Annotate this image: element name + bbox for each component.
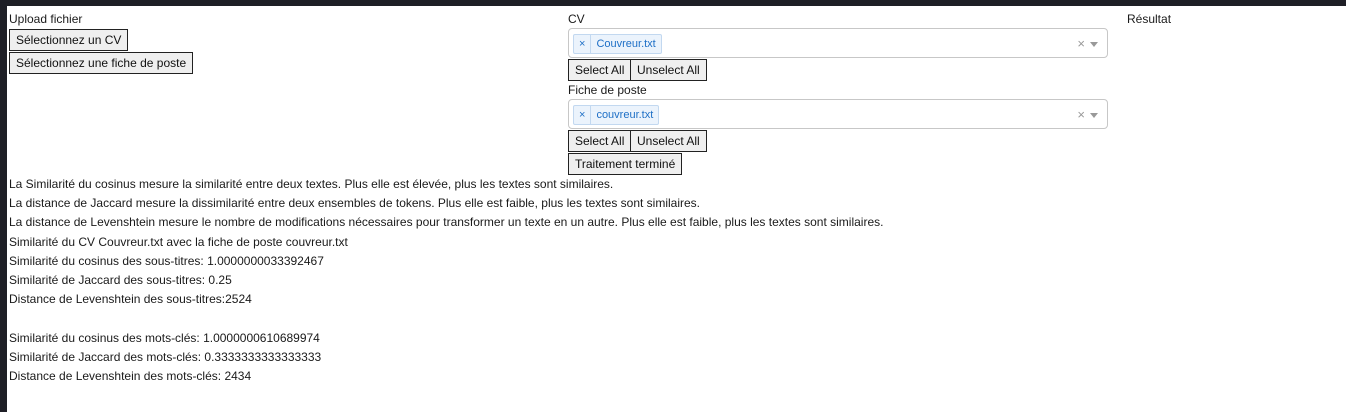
keywords-jaccard-result: Similarité de Jaccard des mots-clés: 0.3… bbox=[9, 350, 322, 364]
select-job-button[interactable]: Sélectionnez une fiche de poste bbox=[9, 52, 194, 74]
keywords-cosine-result: Similarité du cosinus des mots-clés: 1.0… bbox=[9, 331, 320, 345]
results-heading: Similarité du CV Couvreur.txt avec la fi… bbox=[9, 235, 348, 249]
subtitle-jaccard-result: Similarité de Jaccard des sous-titres: 0… bbox=[9, 273, 232, 287]
select-cv-button[interactable]: Sélectionnez un CV bbox=[9, 29, 129, 51]
upload-title: Upload fichier bbox=[9, 12, 83, 26]
job-selected-value: couvreur.txt bbox=[596, 109, 654, 121]
job-selected-tag: × couvreur.txt bbox=[573, 105, 660, 125]
cv-multiselect[interactable]: × Couvreur.txt × bbox=[568, 28, 1108, 58]
cv-select-all-button[interactable]: Select All bbox=[568, 59, 632, 81]
result-title: Résultat bbox=[1127, 12, 1172, 26]
cv-unselect-all-button[interactable]: Unselect All bbox=[630, 59, 707, 81]
job-unselect-all-button[interactable]: Unselect All bbox=[630, 130, 707, 152]
remove-tag-icon[interactable]: × bbox=[574, 106, 592, 124]
cv-label: CV bbox=[568, 12, 585, 26]
processing-status-button[interactable]: Traitement terminé bbox=[568, 153, 683, 175]
cv-selected-value: Couvreur.txt bbox=[596, 38, 656, 50]
chevron-down-icon[interactable] bbox=[1090, 113, 1098, 118]
explanation-cosine: La Similarité du cosinus mesure la simil… bbox=[9, 177, 614, 191]
explanation-levenshtein: La distance de Levenshtein mesure le nom… bbox=[9, 215, 884, 229]
job-multiselect[interactable]: × couvreur.txt × bbox=[568, 99, 1108, 129]
keywords-levenshtein-result: Distance de Levenshtein des mots-clés: 2… bbox=[9, 369, 252, 383]
explanation-jaccard: La distance de Jaccard mesure la dissimi… bbox=[9, 196, 701, 210]
chevron-down-icon[interactable] bbox=[1090, 42, 1098, 47]
job-select-all-button[interactable]: Select All bbox=[568, 130, 632, 152]
subtitle-cosine-result: Similarité du cosinus des sous-titres: 1… bbox=[9, 254, 324, 268]
remove-tag-icon[interactable]: × bbox=[574, 35, 592, 53]
app-frame: Upload fichier Sélectionnez un CV Sélect… bbox=[7, 6, 1346, 412]
clear-icon[interactable]: × bbox=[1077, 36, 1085, 51]
job-label: Fiche de poste bbox=[568, 83, 647, 97]
subtitle-levenshtein-result: Distance de Levenshtein des sous-titres:… bbox=[9, 292, 252, 306]
cv-selected-tag: × Couvreur.txt bbox=[573, 34, 662, 54]
clear-icon[interactable]: × bbox=[1077, 107, 1085, 122]
